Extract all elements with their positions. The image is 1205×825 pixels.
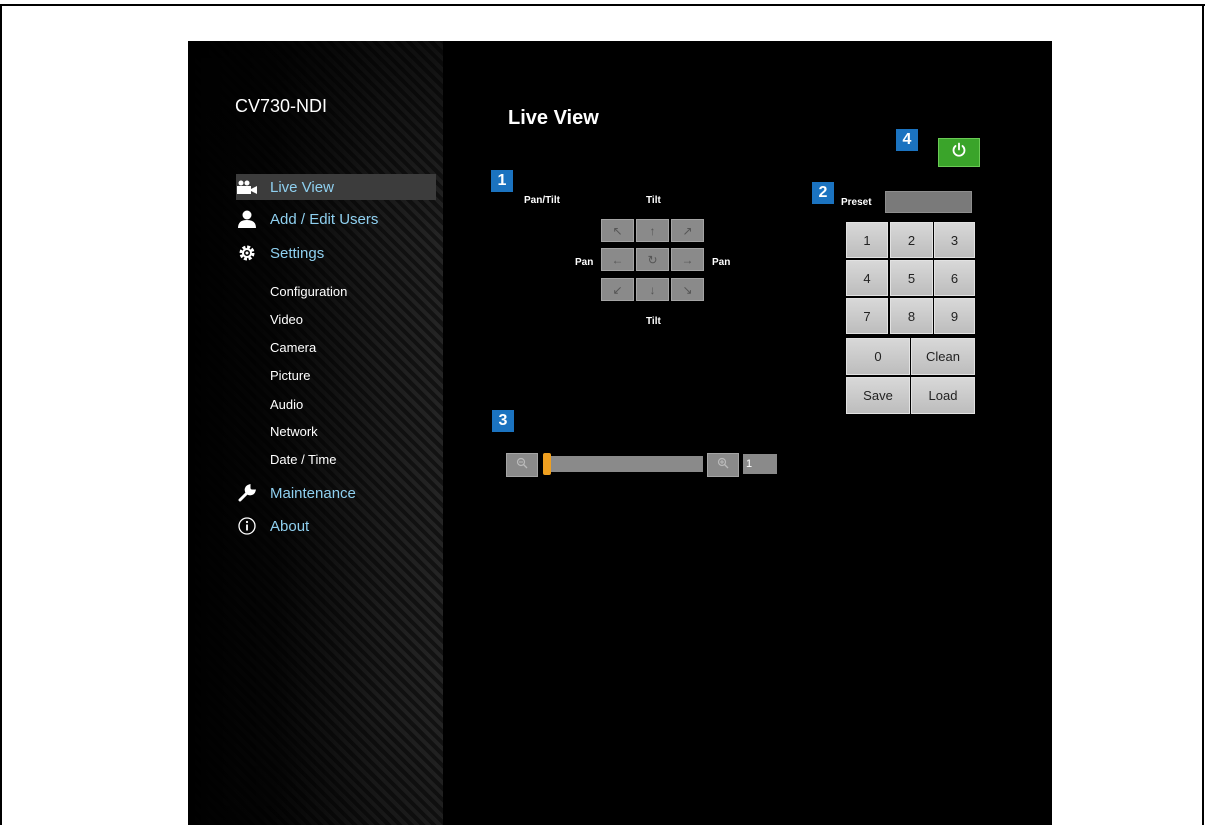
section-badge-4: 4 bbox=[896, 129, 918, 151]
preset-load-button[interactable]: Load bbox=[911, 377, 975, 414]
preset-key-4[interactable]: 4 bbox=[846, 260, 888, 296]
ptz-up-button[interactable]: ↑ bbox=[636, 219, 669, 242]
power-button[interactable] bbox=[938, 138, 980, 167]
zoom-in-icon bbox=[717, 456, 729, 474]
arrow-up-right-icon: ↗ bbox=[682, 223, 693, 238]
arrow-left-icon: ← bbox=[611, 252, 624, 267]
ptz-down-right-button[interactable]: ↘ bbox=[671, 278, 704, 301]
sidebar-item-label: Maintenance bbox=[270, 484, 356, 502]
sidebar-item-add-edit-users[interactable]: Add / Edit Users bbox=[236, 206, 436, 232]
preset-key-7[interactable]: 7 bbox=[846, 298, 888, 334]
arrow-up-icon: ↑ bbox=[649, 223, 656, 238]
section-badge-3: 3 bbox=[492, 410, 514, 432]
user-icon bbox=[236, 209, 258, 229]
preset-key-9[interactable]: 9 bbox=[934, 298, 975, 334]
preset-key-0[interactable]: 0 bbox=[846, 338, 910, 375]
preset-key-1[interactable]: 1 bbox=[846, 222, 888, 258]
sidebar-subitem-network[interactable]: Network bbox=[270, 424, 318, 439]
wrench-icon bbox=[236, 483, 258, 503]
tilt-top-label: Tilt bbox=[646, 195, 661, 206]
sidebar-item-label: About bbox=[270, 517, 310, 535]
sidebar-subitem-date-time[interactable]: Date / Time bbox=[270, 452, 336, 467]
sidebar: CV730-NDI Live View Add / Edit Users Set… bbox=[188, 41, 443, 825]
arrow-down-icon: ↓ bbox=[649, 282, 656, 297]
sidebar-subitem-camera[interactable]: Camera bbox=[270, 340, 316, 355]
zoom-in-button[interactable] bbox=[707, 453, 739, 477]
ptz-down-left-button[interactable]: ↙ bbox=[601, 278, 634, 301]
sidebar-item-maintenance[interactable]: Maintenance bbox=[236, 480, 436, 506]
preset-clean-button[interactable]: Clean bbox=[911, 338, 975, 375]
pan-tilt-label: Pan/Tilt bbox=[524, 195, 560, 206]
preset-input[interactable] bbox=[885, 191, 972, 213]
ptz-home-button[interactable]: ↻ bbox=[636, 248, 669, 271]
arrow-down-right-icon: ↘ bbox=[682, 282, 693, 297]
section-badge-1: 1 bbox=[491, 170, 513, 192]
page-title: Live View bbox=[508, 107, 599, 129]
home-reset-icon: ↻ bbox=[647, 252, 658, 267]
sidebar-item-settings[interactable]: Settings bbox=[236, 240, 436, 266]
section-badge-2: 2 bbox=[812, 182, 834, 204]
pan-left-label: Pan bbox=[575, 257, 594, 268]
preset-save-button[interactable]: Save bbox=[846, 377, 910, 414]
preset-key-3[interactable]: 3 bbox=[934, 222, 975, 258]
ptz-up-right-button[interactable]: ↗ bbox=[671, 219, 704, 242]
info-icon bbox=[236, 516, 258, 536]
preset-key-2[interactable]: 2 bbox=[890, 222, 933, 258]
zoom-out-icon bbox=[516, 456, 528, 474]
preset-label: Preset bbox=[841, 197, 872, 208]
arrow-right-icon: → bbox=[681, 252, 694, 267]
sidebar-item-live-view[interactable]: Live View bbox=[236, 174, 436, 200]
zoom-out-button[interactable] bbox=[506, 453, 538, 477]
zoom-value-field[interactable]: 1 bbox=[743, 454, 777, 474]
sidebar-subitem-video[interactable]: Video bbox=[270, 312, 303, 327]
preset-key-8[interactable]: 8 bbox=[890, 298, 933, 334]
sidebar-item-about[interactable]: About bbox=[236, 513, 436, 539]
gear-icon bbox=[236, 243, 258, 263]
ptz-left-button[interactable]: ← bbox=[601, 248, 634, 271]
sidebar-item-label: Add / Edit Users bbox=[270, 210, 379, 228]
ptz-right-button[interactable]: → bbox=[671, 248, 704, 271]
ptz-down-button[interactable]: ↓ bbox=[636, 278, 669, 301]
arrow-down-left-icon: ↙ bbox=[612, 282, 623, 297]
sidebar-item-label: Live View bbox=[270, 178, 334, 196]
zoom-slider-track[interactable] bbox=[547, 456, 703, 472]
preset-key-6[interactable]: 6 bbox=[934, 260, 975, 296]
tilt-bottom-label: Tilt bbox=[646, 316, 661, 327]
frame-border-top bbox=[0, 4, 1205, 6]
ptz-up-left-button[interactable]: ↖ bbox=[601, 219, 634, 242]
app-window: CV730-NDI Live View Add / Edit Users Set… bbox=[188, 41, 1052, 825]
sidebar-subitem-picture[interactable]: Picture bbox=[270, 368, 310, 383]
sidebar-subitem-configuration[interactable]: Configuration bbox=[270, 284, 347, 299]
zoom-slider-handle[interactable] bbox=[543, 453, 551, 475]
sidebar-item-label: Settings bbox=[270, 244, 325, 262]
frame-border-left bbox=[0, 4, 2, 825]
power-icon bbox=[951, 142, 967, 163]
pan-right-label: Pan bbox=[712, 257, 731, 268]
arrow-up-left-icon: ↖ bbox=[612, 223, 623, 238]
frame-border-right bbox=[1202, 4, 1204, 825]
preset-key-5[interactable]: 5 bbox=[890, 260, 933, 296]
app-title: CV730-NDI bbox=[235, 96, 328, 116]
sidebar-subitem-audio[interactable]: Audio bbox=[270, 397, 303, 412]
video-camera-icon bbox=[236, 177, 258, 197]
